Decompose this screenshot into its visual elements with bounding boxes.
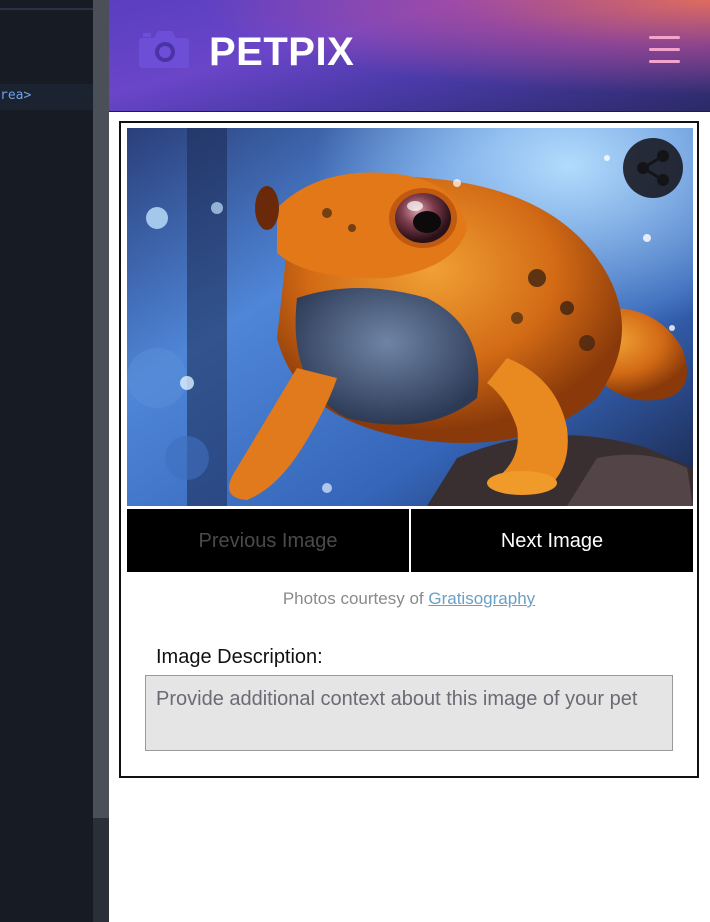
image-description-textarea[interactable] [145,675,673,751]
code-editor-pane: rea> [0,0,93,922]
code-line[interactable]: rea> [0,88,31,103]
app-pane: PETPIX Previous Image Next Image Photos … [109,0,710,922]
editor-scrollbar-thumb[interactable] [93,0,109,818]
photo-credit: Photos courtesy of Gratisography [121,589,697,609]
editor-scrollbar[interactable] [93,0,109,922]
editor-top-border [0,8,93,10]
image-navigation: Previous Image Next Image [127,509,693,572]
brand-title[interactable]: PETPIX [209,30,354,75]
frog-image [127,128,693,506]
share-icon [637,150,669,186]
next-image-button[interactable]: Next Image [411,509,693,572]
hamburger-menu-icon[interactable] [649,36,680,64]
camera-icon [139,31,189,68]
pet-photo [127,128,693,506]
image-card: Previous Image Next Image Photos courtes… [119,121,699,778]
image-description-label: Image Description: [156,646,323,668]
code-line-text: rea> [0,88,32,103]
previous-image-button[interactable]: Previous Image [127,509,409,572]
credit-prefix: Photos courtesy of [282,589,424,608]
gratisography-link[interactable]: Gratisography [428,589,535,608]
app-header: PETPIX [109,0,710,112]
share-button[interactable] [623,138,683,198]
